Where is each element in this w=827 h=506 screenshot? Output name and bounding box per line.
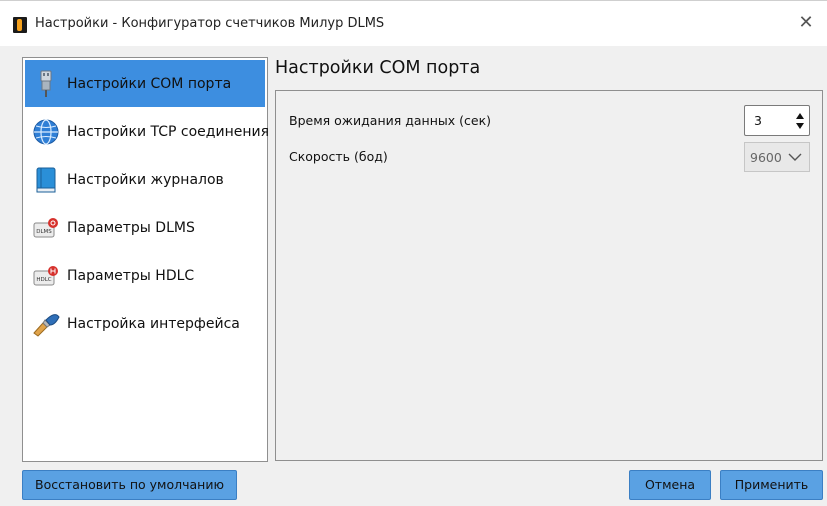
- sidebar-item-label: Настройки TCP соединения: [67, 123, 270, 140]
- sidebar-item-interface[interactable]: Настройка интерфейса: [25, 300, 265, 347]
- dialog-body: Настройки COM порта Настройки TCP соедин…: [0, 46, 827, 506]
- sidebar-item-label: Параметры DLMS: [67, 219, 195, 236]
- close-button[interactable]: ✕: [793, 11, 819, 37]
- baud-rate-select[interactable]: 9600: [744, 142, 810, 172]
- timeout-value: 3: [754, 113, 762, 128]
- paint-brush-icon: [29, 308, 63, 340]
- sidebar-item-label: Настройки COM порта: [67, 75, 232, 92]
- app-logo-icon: [13, 17, 27, 33]
- sidebar-item-hdlc[interactable]: HDLC Параметры HDLC: [25, 252, 265, 299]
- sidebar-item-dlms[interactable]: DLMS Параметры DLMS: [25, 204, 265, 251]
- sidebar-item-tcp[interactable]: Настройки TCP соединения: [25, 108, 269, 155]
- dlms-badge-text: DLMS: [36, 229, 52, 235]
- settings-sidebar: Настройки COM порта Настройки TCP соедин…: [22, 57, 269, 462]
- timeout-spinbox[interactable]: 3: [744, 105, 810, 136]
- sidebar-item-label: Настройка интерфейса: [67, 315, 240, 332]
- hdlc-badge-icon: HDLC: [29, 260, 63, 292]
- spin-up-arrow-icon[interactable]: [796, 113, 804, 119]
- window-title: Настройки - Конфигуратор счетчиков Милур…: [35, 16, 385, 31]
- sidebar-item-logs[interactable]: Настройки журналов: [25, 156, 265, 203]
- globe-icon: [29, 116, 63, 148]
- sidebar-item-label: Параметры HDLC: [67, 267, 195, 284]
- timeout-label: Время ожидания данных (сек): [289, 113, 492, 128]
- baud-rate-label: Скорость (бод): [289, 149, 388, 164]
- restore-defaults-button[interactable]: Восстановить по умолчанию: [22, 470, 237, 500]
- sidebar-item-label: Настройки журналов: [67, 171, 224, 188]
- sidebar-item-com-port[interactable]: Настройки COM порта: [25, 60, 265, 107]
- page-title: Настройки COM порта: [275, 58, 481, 78]
- baud-rate-value: 9600: [750, 150, 782, 165]
- title-bar: Настройки - Конфигуратор счетчиков Милур…: [0, 0, 827, 46]
- dlms-badge-icon: DLMS: [29, 212, 63, 244]
- usb-connector-icon: [29, 68, 63, 100]
- cancel-button[interactable]: Отмена: [629, 470, 711, 500]
- chevron-down-icon: [787, 149, 803, 163]
- hdlc-badge-text: HDLC: [36, 277, 51, 283]
- apply-button[interactable]: Применить: [720, 470, 823, 500]
- book-icon: [29, 164, 63, 196]
- spin-down-arrow-icon[interactable]: [796, 123, 804, 129]
- settings-panel: Время ожидания данных (сек) 3 Скорость (…: [275, 90, 823, 461]
